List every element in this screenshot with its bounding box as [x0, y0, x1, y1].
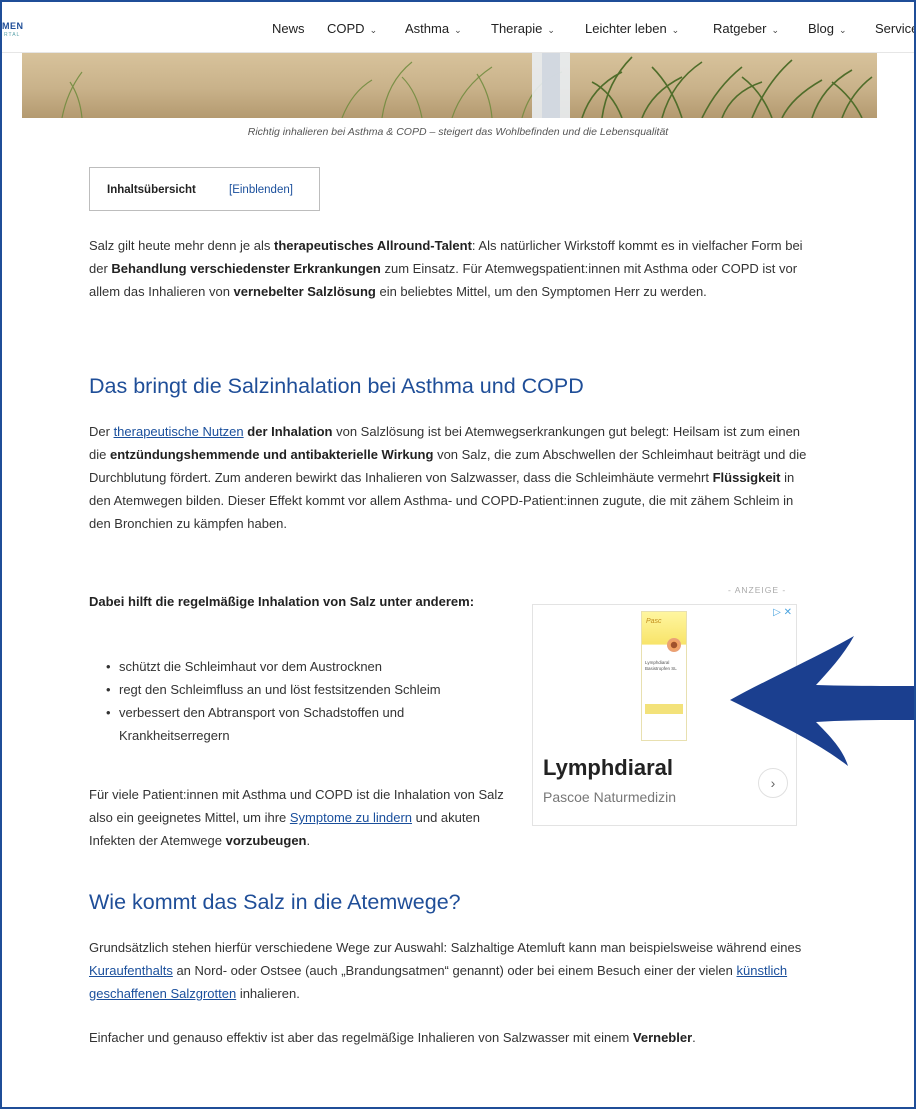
chevron-down-icon: ⌄	[454, 25, 462, 35]
list-intro: Dabei hilft die regelmäßige Inhalation v…	[89, 594, 475, 609]
spa-stay-link[interactable]: Kuraufenthalts	[89, 963, 173, 978]
nav-blog[interactable]: Blog ⌄	[808, 21, 847, 36]
therapeutic-benefit-link[interactable]: therapeutische Nutzen	[114, 424, 244, 439]
section-heading-salt-routes: Wie kommt das Salz in die Atemwege?	[89, 890, 461, 914]
chevron-down-icon: ⌄	[547, 25, 555, 35]
list-item: regt den Schleimfluss an und löst festsi…	[106, 678, 476, 701]
toc-toggle-link[interactable]: [Einblenden]	[229, 184, 293, 196]
chevron-down-icon: ⌄	[771, 25, 780, 35]
top-navigation: MEN RTAL News COPD ⌄ Asthma ⌄ Therapie ⌄ Le…	[2, 2, 916, 53]
salt-routes-paragraph: Grundsätzlich stehen hierfür verschieden…	[89, 940, 802, 1001]
site-logo[interactable]: MEN	[2, 22, 24, 31]
ad-title[interactable]: Lymphdiaral	[543, 755, 673, 781]
nav-asthma[interactable]: Asthma ⌄	[405, 21, 462, 36]
symptoms-link[interactable]: Symptome zu lindern	[290, 810, 412, 825]
nav-therapie[interactable]: Therapie ⌄	[491, 21, 555, 36]
flower-icon	[667, 638, 681, 652]
ad-choices-icon[interactable]: ▷ ✕	[773, 607, 792, 618]
nav-news[interactable]: News	[272, 21, 305, 36]
conclusion-paragraph: Für viele Patient:innen mit Asthma und C…	[89, 787, 504, 848]
site-logo-sub: RTAL	[4, 32, 21, 38]
box-label: Lymphdiaral Basistropfen SL	[645, 660, 677, 671]
hero-caption: Richtig inhalieren bei Asthma & COPD – s…	[247, 126, 669, 138]
benefits-paragraph: Der therapeutische Nutzen der Inhalation…	[89, 424, 807, 531]
list-item: verbessert den Abtransport von Schadstof…	[106, 701, 476, 747]
chevron-down-icon: ⌄	[369, 25, 378, 35]
box-brand: Pasc	[646, 618, 662, 625]
chevron-down-icon: ⌄	[671, 25, 680, 35]
nav-service[interactable]: Service	[875, 21, 916, 36]
toc-title: Inhaltsübersicht	[107, 184, 196, 196]
chevron-down-icon: ⌄	[839, 25, 847, 35]
nav-leichter-leben[interactable]: Leichter leben ⌄	[585, 21, 679, 36]
ad-label: - ANZEIGE -	[728, 585, 787, 595]
section-heading-benefits: Das bringt die Salzinhalation bei Asthma…	[89, 374, 584, 398]
ad-subtitle: Pascoe Naturmedizin	[543, 789, 677, 805]
nav-copd[interactable]: COPD ⌄	[327, 21, 377, 36]
list-item: schützt die Schleimhaut vor dem Austrock…	[106, 655, 476, 678]
hero-image	[22, 52, 877, 118]
benefits-list: schützt die Schleimhaut vor dem Austrock…	[106, 655, 476, 747]
table-of-contents: Inhaltsübersicht [Einblenden]	[89, 167, 320, 211]
intro-paragraph: Salz gilt heute mehr denn je als therape…	[89, 238, 803, 299]
arrow-left-icon	[730, 636, 916, 766]
nebulizer-paragraph: Einfacher und genauso effektiv ist aber …	[89, 1030, 696, 1045]
box-stripe	[645, 704, 683, 714]
product-image: Pasc Lymphdiaral Basistropfen SL	[641, 611, 687, 741]
nav-ratgeber[interactable]: Ratgeber ⌄	[713, 21, 779, 36]
